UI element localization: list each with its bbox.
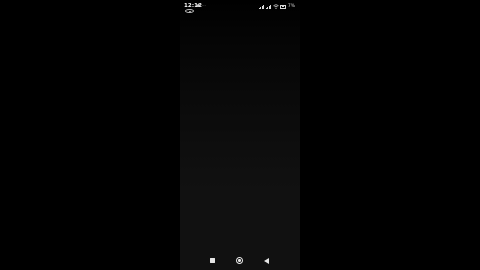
- battery-percent: 7%: [287, 4, 295, 9]
- phone-screen: 12:12 ··· 7%: [180, 0, 300, 270]
- wifi-icon: [273, 4, 279, 9]
- battery-icon: [280, 5, 287, 9]
- signal-icon: [265, 4, 272, 9]
- recents-button[interactable]: [210, 258, 215, 263]
- battery-fill: [281, 6, 285, 8]
- home-button[interactable]: [236, 257, 243, 264]
- screen-background: 12:12 ··· 7%: [0, 0, 480, 270]
- notification-dot-icon: [197, 4, 200, 7]
- navigation-bar: [180, 256, 300, 270]
- back-button[interactable]: [264, 258, 269, 264]
- status-icons: 7%: [258, 3, 295, 9]
- signal-icon: [258, 4, 265, 9]
- notification-more: ···: [202, 3, 206, 8]
- eye-icon: [185, 9, 194, 13]
- status-bar: 12:12 ··· 7%: [180, 0, 300, 16]
